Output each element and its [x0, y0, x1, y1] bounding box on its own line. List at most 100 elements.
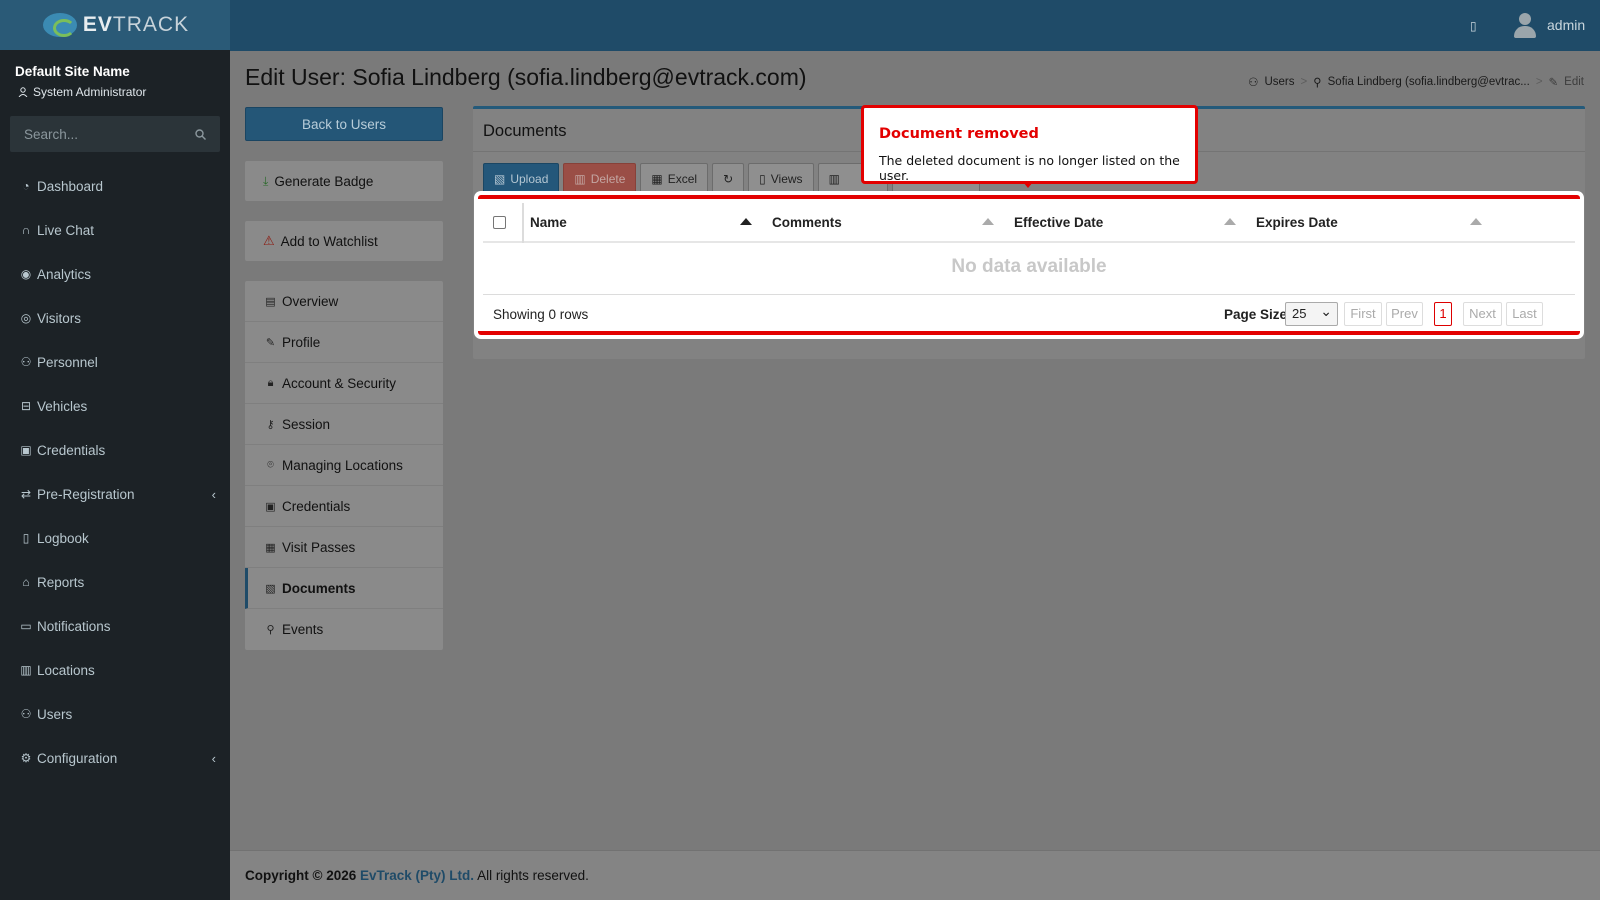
refresh-icon: ↻ — [723, 171, 734, 186]
pencil-icon: ✎ — [1548, 77, 1559, 89]
tab-overview[interactable]: ▤ Overview — [245, 281, 443, 322]
views-button[interactable]: ▯ Views — [748, 163, 814, 194]
avatar[interactable] — [1513, 12, 1537, 38]
sidebar-search-input[interactable]: Search... — [10, 116, 220, 152]
upload-button[interactable]: ▧ Upload — [483, 163, 560, 194]
gear-icon: ⚙ — [20, 751, 32, 765]
breadcrumb-user[interactable]: Sofia Lindberg (sofia.lindberg@evtrac... — [1328, 76, 1530, 88]
breadcrumb: ⚇ Users > ⚲ Sofia Lindberg (sofia.lindbe… — [1248, 75, 1584, 89]
site-name: Default Site Name — [15, 64, 130, 79]
back-to-users-button[interactable]: Back to Users — [245, 107, 443, 141]
sidebar-item-pre-registration[interactable]: ⇄ Pre-Registration ‹ — [0, 472, 230, 516]
copyright: Copyright © 2026 EvTrack (Pty) Ltd. All … — [245, 868, 589, 883]
select-all-checkbox[interactable] — [493, 216, 506, 229]
column-comments[interactable]: Comments — [772, 215, 842, 230]
sidebar-item-vehicles[interactable]: ⊟ Vehicles — [0, 384, 230, 428]
chart-icon: ⌂ — [22, 575, 30, 589]
sidebar-item-notifications[interactable]: ▭ Notifications — [0, 604, 230, 648]
chat-icon: ▭ — [20, 619, 32, 633]
id-badge-icon: ▣ — [265, 500, 276, 513]
tab-events[interactable]: ⚲ Events — [245, 609, 443, 650]
sort-icon[interactable] — [982, 218, 994, 225]
document-icon: ▧ — [265, 582, 276, 595]
eye-icon: ◎ — [20, 311, 32, 325]
book-icon: ▯ — [22, 531, 30, 545]
search-icon[interactable] — [195, 128, 206, 140]
sort-icon[interactable] — [1224, 218, 1236, 225]
trash-icon: ▥ — [574, 171, 586, 186]
tab-account-security[interactable]: 🔒︎ Account & Security — [245, 363, 443, 404]
sidebar-item-users[interactable]: ⚇ Users — [0, 692, 230, 736]
page-size-select[interactable]: 25 — [1285, 300, 1338, 326]
logo-mark-icon — [41, 9, 81, 41]
add-to-watchlist-button[interactable]: ⚠ Add to Watchlist — [245, 221, 443, 261]
current-page[interactable]: 1 — [1434, 302, 1452, 326]
tab-credentials[interactable]: ▣ Credentials — [245, 486, 443, 527]
refresh-button[interactable]: ↻ — [712, 163, 745, 194]
first-page-button[interactable]: First — [1344, 302, 1382, 326]
file-upload-icon: ▧ — [494, 171, 506, 186]
column-resizer[interactable] — [522, 203, 524, 243]
tab-profile[interactable]: ✎ Profile — [245, 322, 443, 363]
page-title: Edit User: Sofia Lindberg (sofia.lindber… — [245, 64, 807, 90]
building-icon[interactable]: ▯ — [1470, 19, 1477, 33]
chevron-left-icon[interactable]: ‹ — [212, 487, 216, 502]
sidebar-item-configuration[interactable]: ⚙ Configuration ‹ — [0, 736, 230, 780]
breadcrumb-separator: > — [1535, 76, 1543, 88]
sidebar-item-logbook[interactable]: ▯ Logbook — [0, 516, 230, 560]
sort-asc-icon[interactable] — [740, 218, 752, 225]
arrows-icon: ⇄ — [20, 487, 32, 501]
sidebar-item-locations[interactable]: ▥ Locations — [0, 648, 230, 692]
topbar: ▯ admin — [230, 0, 1600, 51]
sidebar-item-dashboard[interactable]: ◔ Dashboard — [0, 164, 230, 208]
sidebar-item-reports[interactable]: ⌂ Reports — [0, 560, 230, 604]
columns-icon: ▥ — [828, 171, 840, 186]
user-role: System Administrator — [15, 85, 215, 99]
users-icon: ⚇ — [20, 707, 32, 721]
prev-page-button[interactable]: Prev — [1386, 302, 1423, 326]
user-icon: ⚲ — [1313, 77, 1322, 89]
pencil-icon: ✎ — [265, 336, 276, 349]
brand-name: EVTRACK — [82, 13, 190, 36]
download-icon: ⤓ — [263, 173, 269, 188]
calendar-icon: ▦ — [265, 541, 276, 554]
sort-icon[interactable] — [1470, 218, 1482, 225]
user-menu[interactable]: admin — [1547, 17, 1585, 33]
sidebar-item-credentials[interactable]: ▣ Credentials — [0, 428, 230, 472]
company-link[interactable]: EvTrack (Pty) Ltd. — [360, 868, 474, 883]
chevron-left-icon[interactable]: ‹ — [212, 751, 216, 766]
analytics-icon: ◉ — [20, 267, 32, 281]
delete-button[interactable]: ▥ Delete — [563, 163, 637, 194]
next-page-button[interactable]: Next — [1463, 302, 1502, 326]
column-name[interactable]: Name — [530, 215, 567, 230]
popup-title: Document removed — [879, 126, 1039, 142]
sidebar-item-visitors[interactable]: ◎ Visitors — [0, 296, 230, 340]
documents-table: Name Comments Effective Date Expires Dat… — [478, 195, 1580, 335]
last-page-button[interactable]: Last — [1506, 302, 1543, 326]
tab-managing-locations[interactable]: ⌾ Managing Locations — [245, 445, 443, 486]
column-effective-date[interactable]: Effective Date — [1014, 215, 1103, 230]
panel-title: Documents — [483, 122, 567, 140]
sidebar: EVTRACK Default Site Name System Adminis… — [0, 0, 230, 900]
key-icon: ⚷ — [266, 418, 275, 431]
tab-visit-passes[interactable]: ▦ Visit Passes — [245, 527, 443, 568]
logo[interactable]: EVTRACK — [0, 0, 230, 50]
sidebar-item-live-chat[interactable]: ∩ Live Chat — [0, 208, 230, 252]
headset-icon: ∩ — [21, 223, 31, 237]
excel-button[interactable]: ▦ Excel — [640, 163, 709, 194]
column-expires-date[interactable]: Expires Date — [1256, 215, 1338, 230]
user-panel: Default Site Name System Administrator — [0, 50, 230, 107]
tab-documents[interactable]: ▧ Documents — [245, 568, 443, 609]
user-icon — [18, 87, 28, 97]
tab-session[interactable]: ⚷ Session — [245, 404, 443, 445]
sidebar-item-personnel[interactable]: ⚇ Personnel — [0, 340, 230, 384]
generate-badge-button[interactable]: ⤓ Generate Badge — [245, 161, 443, 201]
sidebar-item-analytics[interactable]: ◉ Analytics — [0, 252, 230, 296]
footer: Copyright © 2026 EvTrack (Pty) Ltd. All … — [230, 850, 1600, 900]
breadcrumb-users[interactable]: Users — [1264, 76, 1294, 88]
id-badge-icon: ▣ — [20, 443, 32, 457]
map-icon: ▥ — [20, 663, 32, 677]
table-footer: Showing 0 rows Page Size 25 First Prev 1… — [483, 295, 1575, 335]
location-pin-icon: ⌾ — [267, 458, 274, 471]
table-icon: ▤ — [265, 295, 276, 308]
